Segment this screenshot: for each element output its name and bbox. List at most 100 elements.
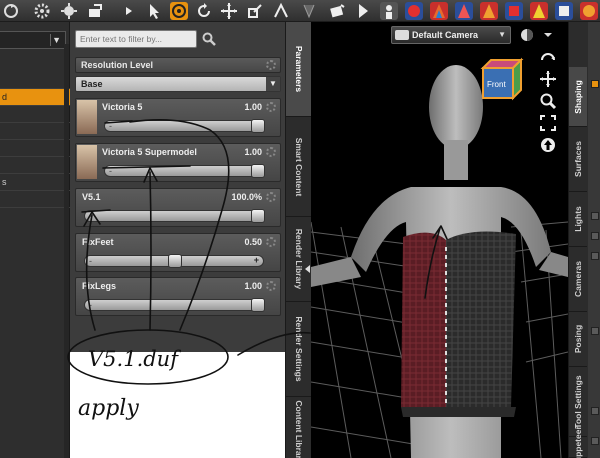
dock-marker-selected[interactable] [591, 80, 599, 88]
3d-viewport[interactable]: Front Default Camera ▼ [311, 22, 568, 458]
slider-value[interactable]: 0.50 [244, 237, 262, 247]
minus-icon: - [89, 256, 92, 266]
render-preset-icon[interactable] [555, 2, 573, 20]
tab-parameters[interactable]: Parameters [286, 22, 312, 117]
dropdown-separator [50, 34, 51, 46]
gear-icon[interactable] [266, 281, 276, 291]
geometry-tool-icon[interactable] [86, 2, 104, 20]
shape-icon[interactable] [430, 2, 448, 20]
gear-icon[interactable] [266, 147, 276, 157]
tab-cameras[interactable]: Cameras [569, 247, 587, 312]
gear-icon[interactable] [266, 237, 276, 247]
tab-label: Content Library [294, 399, 304, 458]
pane-tab-strip: Parameters Smart Content Render Library Ren… [285, 22, 312, 458]
resolution-level-dropdown[interactable]: Base ▼ [75, 76, 281, 92]
zoom-icon[interactable] [539, 92, 557, 110]
empty-panel-area [70, 352, 285, 458]
rotate-icon[interactable] [2, 2, 20, 20]
tab-surfaces[interactable]: Surfaces [569, 127, 587, 192]
node-tool-icon[interactable] [272, 2, 290, 20]
tab-label: Render Library [294, 228, 304, 290]
camera-preset-icon[interactable] [505, 2, 523, 20]
dock-marker[interactable] [591, 212, 599, 220]
pose-icon[interactable] [380, 2, 398, 20]
viewport-menu-icon[interactable] [539, 26, 557, 44]
search-icon[interactable] [201, 31, 217, 47]
tab-label: Parameters [294, 45, 304, 93]
slider-value[interactable]: 1.00 [244, 281, 262, 291]
dock-marker[interactable] [591, 407, 599, 415]
category-row[interactable] [0, 106, 70, 123]
category-row[interactable] [0, 157, 70, 174]
tab-label: Surfaces [573, 141, 583, 177]
lighting-icon[interactable] [60, 2, 78, 20]
category-row[interactable] [0, 140, 70, 157]
right-dock-panel: Shaping Surfaces Lights Cameras Posing Tool S… [568, 22, 600, 458]
slider-label: FixLegs [82, 281, 117, 291]
slider-value[interactable]: 1.00 [244, 102, 262, 112]
tab-label: Posing [573, 324, 583, 354]
scene-preset-icon[interactable] [530, 2, 548, 20]
morph-icon[interactable] [405, 2, 423, 20]
category-row[interactable] [0, 123, 70, 140]
rotate-tool-icon[interactable] [195, 2, 213, 20]
slider-track[interactable]: -+ [84, 254, 264, 268]
filter-input[interactable] [75, 30, 197, 48]
light-preset-icon[interactable] [480, 2, 498, 20]
slider-track[interactable]: -+ [84, 209, 265, 223]
slider-handle[interactable] [251, 298, 265, 312]
slider-track[interactable]: -+ [104, 119, 265, 133]
environment-icon[interactable] [580, 2, 598, 20]
main-toolbar [0, 0, 600, 22]
collapse-arrow-icon[interactable] [305, 265, 310, 273]
tab-content-library[interactable]: Content Library [286, 397, 312, 458]
tab-render-settings[interactable]: Render Settings [286, 302, 312, 397]
dock-marker[interactable] [591, 252, 599, 260]
texture-icon[interactable] [455, 2, 473, 20]
chevron-down-icon: ▼ [52, 35, 61, 45]
tab-posing[interactable]: Posing [569, 312, 587, 367]
surface-tool-icon[interactable] [300, 2, 318, 20]
settings-gear-icon[interactable] [33, 2, 51, 20]
gear-icon[interactable] [266, 102, 276, 112]
draw-style-icon[interactable] [518, 26, 536, 44]
slider-handle[interactable] [251, 209, 265, 223]
gear-icon[interactable] [266, 60, 276, 70]
slider-handle[interactable] [251, 119, 265, 133]
slider-handle[interactable] [251, 164, 265, 178]
camera-dropdown[interactable]: Default Camera ▼ [391, 26, 511, 44]
tab-render-library[interactable]: Render Library [286, 217, 312, 302]
tab-puppeteer[interactable]: Puppeteer [569, 426, 587, 458]
slider-handle[interactable] [168, 254, 182, 268]
tab-lights[interactable]: Lights [569, 192, 587, 247]
gear-icon[interactable] [266, 192, 276, 202]
category-row[interactable] [0, 191, 70, 208]
dock-marker[interactable] [591, 232, 599, 240]
left-dock-edge [64, 44, 69, 458]
dock-marker[interactable] [591, 327, 599, 335]
pointer-icon[interactable] [145, 2, 163, 20]
slider-track[interactable]: -+ [104, 164, 265, 178]
iray-icon[interactable] [355, 2, 373, 20]
category-dropdown[interactable]: ▼ [0, 31, 66, 49]
category-row[interactable]: s [0, 174, 70, 191]
dock-marker[interactable] [591, 437, 599, 445]
category-row[interactable]: d [0, 89, 70, 106]
scale-tool-icon[interactable] [246, 2, 264, 20]
category-row[interactable] [0, 72, 70, 89]
pan-icon[interactable] [539, 70, 557, 88]
slider-value[interactable]: 1.00 [244, 147, 262, 157]
slider-value[interactable]: 100.0% [231, 192, 262, 202]
orbit-icon[interactable] [539, 48, 557, 66]
frame-icon[interactable] [539, 114, 557, 132]
tab-label: Shaping [573, 79, 583, 114]
translate-tool-icon[interactable] [220, 2, 238, 20]
dropdown-arrow-icon[interactable] [120, 2, 138, 20]
slider-track[interactable]: -+ [84, 298, 265, 312]
plus-icon: + [253, 255, 259, 265]
tab-shaping[interactable]: Shaping [569, 67, 587, 127]
reset-view-icon[interactable] [539, 136, 557, 154]
render-icon[interactable] [328, 2, 346, 20]
universal-tool-icon[interactable] [170, 2, 188, 20]
tab-smart-content[interactable]: Smart Content [286, 117, 312, 217]
